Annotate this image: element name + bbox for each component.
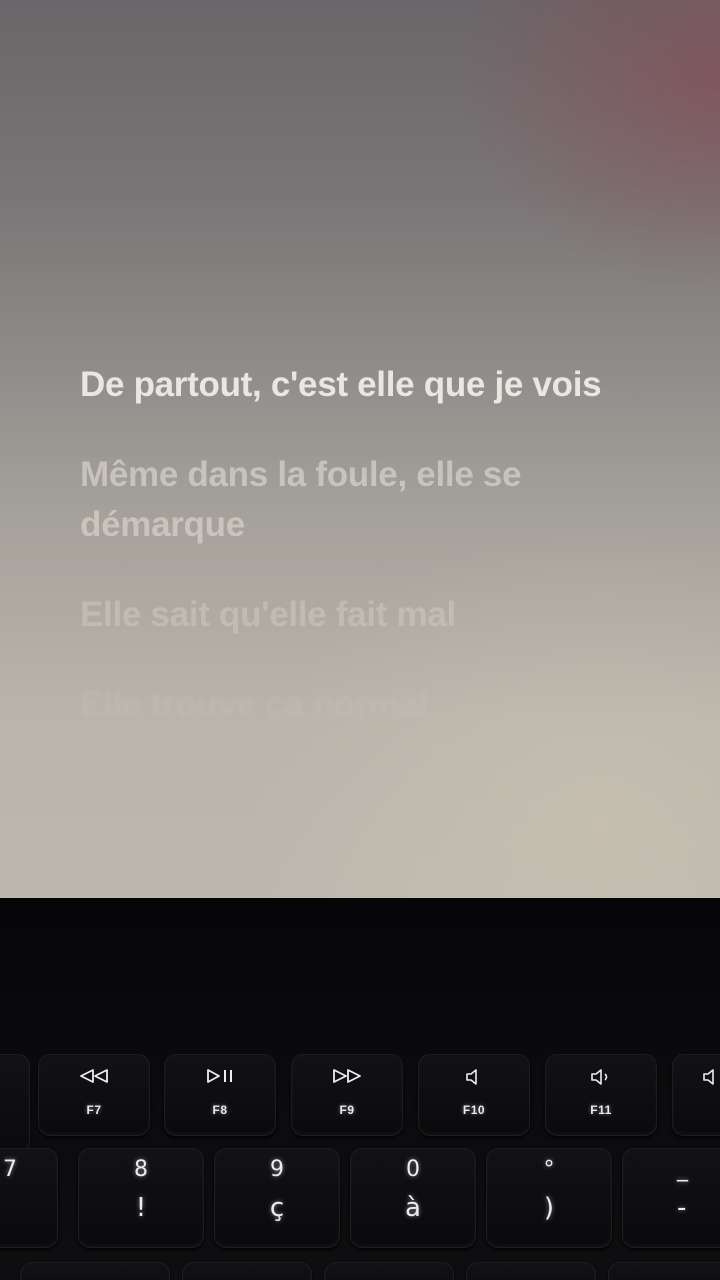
key-degree[interactable]: ° ) (486, 1148, 612, 1248)
music-lyrics-screen: De partout, c'est elle que je vois Même … (0, 0, 720, 898)
key-degree-bottom: ) (543, 1193, 555, 1223)
volume-down-icon (546, 1069, 656, 1085)
keyboard-key-partial (608, 1262, 720, 1280)
keyboard: F7 F8 F9 F10 F11 7 8 ! 9 ç 0 à °) _ - (0, 898, 720, 1280)
play-pause-icon (165, 1069, 275, 1085)
lyric-line-next[interactable]: Elle trouve ça normal (80, 680, 640, 730)
lyric-line-current[interactable]: De partout, c'est elle que je vois (80, 360, 640, 410)
f9-key-label: F9 (339, 1103, 355, 1117)
f11-key-label: F11 (590, 1103, 612, 1117)
f8-key[interactable]: F8 (164, 1054, 276, 1136)
key-9[interactable]: 9 ç (214, 1148, 340, 1248)
key-8-bottom: ! (135, 1193, 147, 1223)
key-minus[interactable]: _ - (622, 1148, 720, 1248)
f9-key[interactable]: F9 (291, 1054, 403, 1136)
key-7-top: 7 (3, 1157, 17, 1182)
fast-forward-icon (292, 1069, 402, 1085)
mute-icon (419, 1069, 529, 1085)
key-8[interactable]: 8 ! (78, 1148, 204, 1248)
lyric-line-next[interactable]: Elle sait qu'elle fait mal (80, 590, 640, 640)
key-minus-bottom: - (677, 1193, 687, 1223)
keyboard-key-partial (182, 1262, 312, 1280)
f8-key-label: F8 (212, 1103, 228, 1117)
volume-up-icon (673, 1069, 720, 1085)
key-0[interactable]: 0 à (350, 1148, 476, 1248)
keyboard-key-partial (466, 1262, 596, 1280)
key-9-bottom: ç (269, 1193, 285, 1223)
key-9-top: 9 (270, 1157, 284, 1182)
key-8-top: 8 (134, 1157, 148, 1182)
keyboard-key-partial (324, 1262, 454, 1280)
lyrics-view: De partout, c'est elle que je vois Même … (80, 360, 640, 730)
rewind-icon (39, 1069, 149, 1085)
key-0-top: 0 (406, 1157, 420, 1182)
key-minus-top: _ (677, 1157, 688, 1182)
key-7[interactable]: 7 (0, 1148, 58, 1248)
keyboard-key-partial (0, 1054, 30, 1154)
f11-key[interactable]: F11 (545, 1054, 657, 1136)
f7-key[interactable]: F7 (38, 1054, 150, 1136)
lyric-line-next[interactable]: Même dans la foule, elle se démarque (80, 450, 640, 550)
f10-key-label: F10 (462, 1103, 486, 1117)
key-degree-top: ° (543, 1157, 555, 1182)
keyboard-key-partial (20, 1262, 170, 1280)
f12-key[interactable] (672, 1054, 720, 1136)
f10-key[interactable]: F10 (418, 1054, 530, 1136)
key-0-bottom: à (405, 1193, 421, 1223)
f7-key-label: F7 (86, 1103, 102, 1117)
